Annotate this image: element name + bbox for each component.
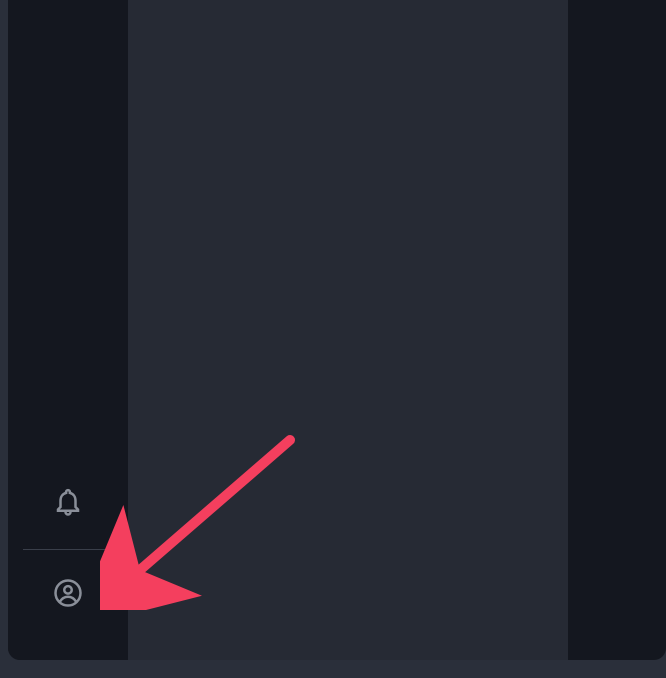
sidebar-item-account[interactable] [8, 550, 128, 640]
sidebar [8, 0, 128, 660]
content-panel [128, 0, 568, 660]
sidebar-item-notifications[interactable] [8, 459, 128, 549]
account-circle-icon [53, 578, 83, 613]
app-window [8, 0, 666, 660]
bell-icon [53, 487, 83, 522]
